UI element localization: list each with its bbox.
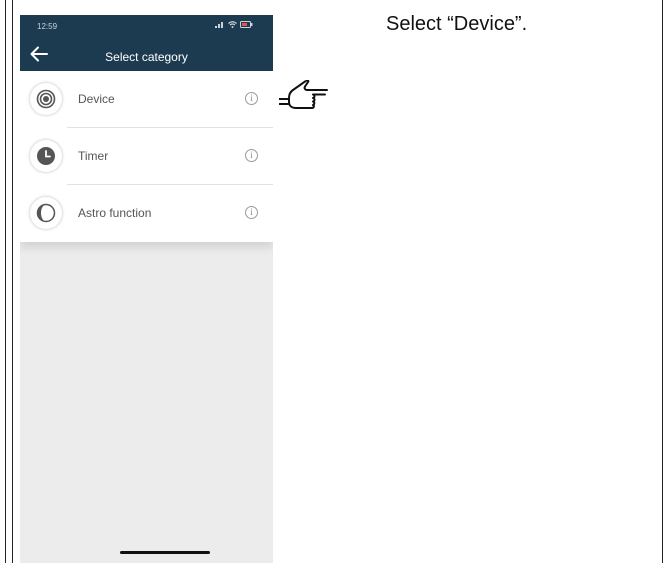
status-time: 12:59 bbox=[37, 22, 58, 31]
list-item-label: Device bbox=[78, 92, 115, 106]
list-item-label: Timer bbox=[78, 149, 109, 163]
header-title: Select category bbox=[105, 50, 188, 64]
left-border-line bbox=[12, 0, 13, 563]
list-item-timer[interactable]: Timer i bbox=[20, 128, 273, 185]
signal-icon bbox=[215, 22, 223, 28]
home-indicator bbox=[120, 551, 210, 554]
list-item-device[interactable]: Device i bbox=[20, 71, 273, 128]
clock-icon bbox=[37, 147, 55, 165]
list-item-label: Astro function bbox=[78, 206, 152, 220]
battery-icon bbox=[240, 21, 253, 28]
astro-icon-circle bbox=[30, 197, 62, 229]
phone-screenshot: 12:59 Select category Device i Timer i A… bbox=[20, 15, 273, 563]
device-icon-circle bbox=[30, 83, 62, 115]
wifi-icon bbox=[228, 21, 237, 28]
app-header: 12:59 Select category bbox=[20, 15, 273, 71]
category-list: Device i Timer i Astro function i bbox=[20, 71, 273, 242]
device-radio-icon bbox=[36, 89, 56, 109]
info-icon[interactable]: i bbox=[245, 206, 258, 219]
timer-icon-circle bbox=[30, 140, 62, 172]
pointing-hand-icon bbox=[279, 80, 328, 109]
status-icons bbox=[215, 21, 253, 28]
list-item-astro-function[interactable]: Astro function i bbox=[20, 185, 273, 242]
status-bar: 12:59 bbox=[20, 15, 273, 37]
info-icon[interactable]: i bbox=[245, 149, 258, 162]
info-icon[interactable]: i bbox=[245, 92, 258, 105]
instruction-text: Select “Device”. bbox=[386, 13, 528, 35]
moon-icon bbox=[36, 203, 56, 223]
